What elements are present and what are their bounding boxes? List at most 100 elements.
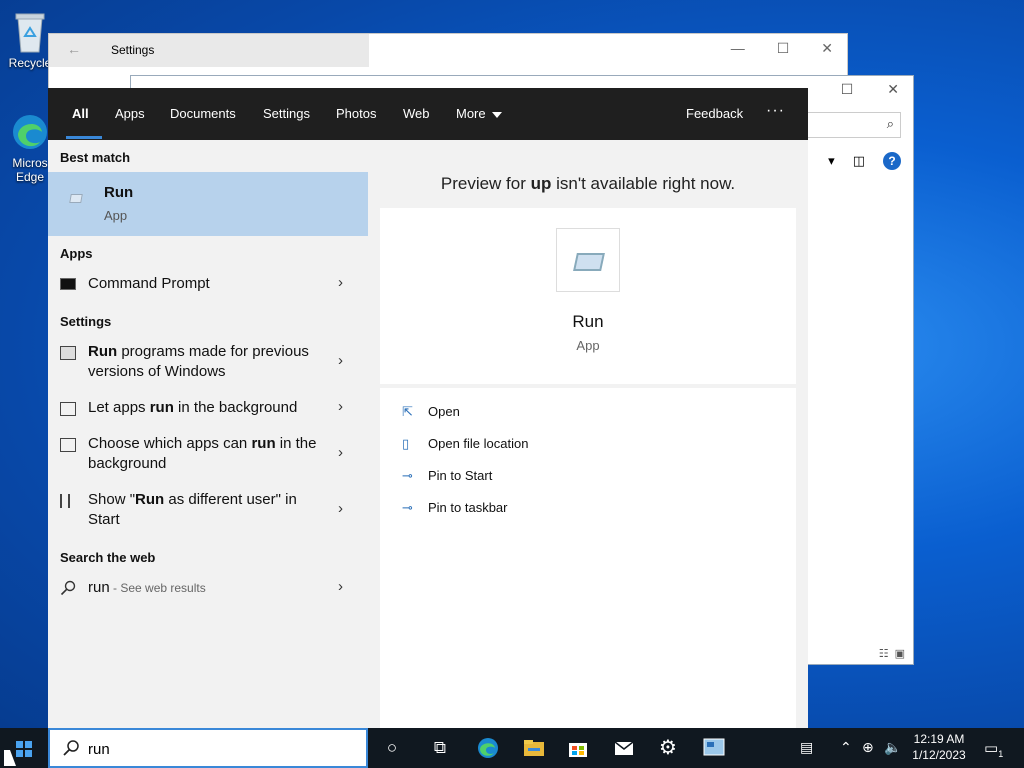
settings-header: Settings (60, 314, 112, 329)
background-apps-icon (60, 438, 76, 452)
settings-titlebar (49, 34, 369, 67)
result-label: Choose which apps can run in the backgro… (88, 434, 328, 474)
close-icon[interactable]: ✕ (821, 40, 833, 57)
result-background-apps[interactable]: Let apps run in the background › (48, 398, 368, 422)
help-icon[interactable]: ? (883, 152, 901, 170)
best-match-run[interactable]: Run App (48, 172, 368, 236)
clock-time: 12:19 AM (913, 732, 965, 746)
close-icon[interactable]: ✕ (887, 81, 899, 98)
search-tabs-bar: All Apps Documents Settings Photos Web M… (48, 88, 808, 140)
chevron-right-icon[interactable]: › (338, 578, 343, 595)
run-app-icon (69, 194, 83, 203)
more-options-icon[interactable]: ··· (766, 102, 785, 120)
settings-gear-icon[interactable]: ⚙ (656, 736, 680, 760)
caret-down-icon (491, 111, 502, 118)
results-list: Best match Run App Apps Command Prompt ›… (48, 140, 368, 728)
search-panel: All Apps Documents Settings Photos Web M… (48, 88, 808, 728)
recycle-bin-label: Recycle (8, 56, 52, 70)
maximize-icon[interactable]: ☐ (777, 40, 790, 57)
web-term: run (88, 579, 110, 596)
preview-actions: ⇱ Open ▯ Open file location ⊸ Pin to Start … (380, 388, 796, 728)
edge-icon[interactable] (476, 736, 500, 760)
mail-icon[interactable] (612, 736, 636, 760)
action-pin-to-start[interactable]: ⊸ Pin to Start (402, 468, 492, 484)
taskbar: ○ ⧉ ⚙ ▤ ⌃ ⊕ 🔈 12:19 AM 1/12/2023 ▭1 (0, 728, 1024, 768)
preview-title: Run (572, 312, 604, 331)
taskbar-search-box[interactable] (48, 728, 368, 768)
network-connections-icon[interactable] (702, 736, 726, 760)
notification-count: 1 (998, 749, 1004, 759)
result-bold: run (149, 399, 174, 416)
result-choose-background-apps[interactable]: Choose which apps can run in the backgro… (48, 434, 368, 478)
microsoft-store-icon[interactable] (566, 736, 590, 760)
result-label: Let apps run in the background (88, 398, 328, 418)
search-input[interactable] (88, 738, 348, 760)
chevron-right-icon[interactable]: › (338, 398, 343, 415)
back-arrow-icon[interactable]: ← (67, 41, 81, 57)
tab-web[interactable]: Web (403, 106, 430, 121)
clock[interactable]: 12:19 AM 1/12/2023 (904, 731, 974, 763)
tab-more[interactable]: More (456, 106, 502, 121)
preview-pane: Preview for up isn't available right now… (380, 140, 796, 728)
apps-header: Apps (60, 246, 93, 261)
result-bold: Run (88, 343, 118, 360)
action-open[interactable]: ⇱ Open (402, 404, 460, 420)
active-tab-indicator (66, 136, 102, 139)
volume-muted-icon[interactable]: 🔈 (884, 739, 901, 756)
cortana-icon[interactable]: ○ (380, 736, 404, 760)
tab-photos[interactable]: Photos (336, 106, 376, 121)
feedback-button[interactable]: Feedback (686, 106, 743, 121)
details-view-icon[interactable]: ☷ (879, 647, 889, 660)
keyboard-icon[interactable]: ▤ (800, 739, 813, 756)
result-post: programs made for previous versions of W… (88, 343, 309, 380)
task-view-icon[interactable]: ⧉ (428, 736, 452, 760)
result-run-as-different-user[interactable]: Show "Run as different user" in Start › (48, 490, 368, 534)
action-open-file-location[interactable]: ▯ Open file location (402, 436, 528, 452)
file-location-icon: ▯ (402, 436, 410, 451)
result-bold: run (251, 435, 276, 452)
minimize-icon[interactable]: — (731, 40, 745, 57)
recycle-bin-icon (15, 13, 45, 53)
network-icon[interactable]: ⊕ (862, 739, 874, 756)
tab-documents[interactable]: Documents (170, 106, 236, 121)
edge-label: Micros Edge (12, 156, 48, 184)
preview-header-pre: Preview for (440, 174, 531, 193)
result-pre: Show " (88, 491, 136, 508)
best-match-header: Best match (60, 150, 131, 165)
web-suffix: - See web results (109, 581, 206, 595)
search-icon (60, 580, 76, 596)
notification-icon[interactable]: ▭1 (984, 739, 1003, 759)
search-icon (63, 740, 79, 756)
chevron-up-icon[interactable]: ⌃ (840, 739, 852, 756)
result-label: Run programs made for previous versions … (88, 342, 328, 382)
action-pin-to-taskbar[interactable]: ⊸ Pin to taskbar (402, 500, 508, 516)
settings-window-title: Settings (111, 43, 155, 57)
start-settings-icon (60, 494, 70, 508)
preview-pane-icon[interactable]: ◫ (853, 153, 865, 169)
maximize-icon[interactable]: ☐ (841, 81, 854, 98)
tab-more-label: More (456, 106, 486, 121)
preview-header-post: isn't available right now. (551, 174, 736, 193)
tab-all[interactable]: All (72, 106, 89, 121)
tab-settings[interactable]: Settings (263, 106, 310, 121)
result-command-prompt[interactable]: Command Prompt › (48, 274, 368, 298)
large-icons-view-icon[interactable]: ▣ (895, 647, 905, 660)
run-icon (573, 253, 605, 271)
chevron-right-icon[interactable]: › (338, 500, 343, 517)
preview-header-bold: up (530, 174, 552, 193)
action-label: Pin to Start (428, 468, 493, 483)
chevron-down-icon[interactable]: ▾ (828, 153, 835, 169)
command-prompt-icon (60, 278, 76, 290)
pin-icon: ⊸ (402, 500, 413, 515)
action-label: Open (428, 404, 460, 419)
chevron-right-icon[interactable]: › (338, 274, 343, 291)
action-label: Open file location (428, 436, 529, 451)
result-web-search[interactable]: run - See web results › (48, 578, 368, 602)
file-explorer-icon[interactable] (522, 736, 546, 760)
chevron-right-icon[interactable]: › (338, 352, 343, 369)
edge-icon (13, 115, 47, 149)
chevron-right-icon[interactable]: › (338, 444, 343, 461)
tab-apps[interactable]: Apps (115, 106, 145, 121)
result-run-legacy-programs[interactable]: Run programs made for previous versions … (48, 342, 368, 386)
background-apps-icon (60, 402, 76, 416)
